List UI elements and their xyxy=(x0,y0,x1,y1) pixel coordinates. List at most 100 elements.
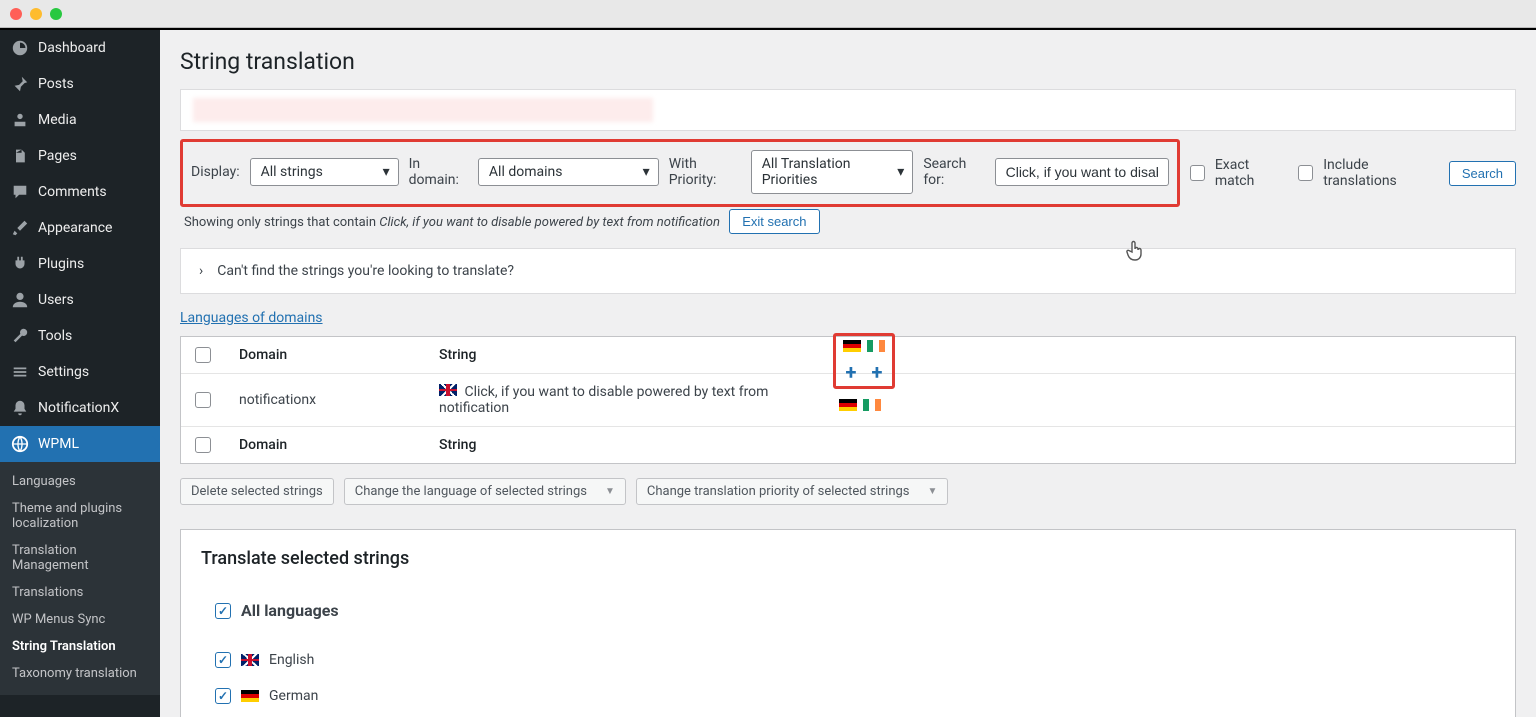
submenu-item-translations[interactable]: Translations xyxy=(0,579,160,606)
german-label: German xyxy=(269,688,318,704)
sidebar-item-pages[interactable]: Pages xyxy=(0,138,160,174)
add-translation-ie-button[interactable]: + xyxy=(867,362,887,382)
sidebar-label: Tools xyxy=(38,328,72,344)
priority-select[interactable]: All Translation Priorities xyxy=(751,150,914,194)
sidebar-label: Pages xyxy=(38,148,77,164)
flags-highlight-box: + + xyxy=(833,333,895,389)
filter-bar: Display: All strings In domain: All doma… xyxy=(180,139,1180,207)
submenu-item-string-translation[interactable]: String Translation xyxy=(0,633,160,660)
comments-icon xyxy=(10,182,30,202)
search-status-line: Showing only strings that contain Click,… xyxy=(184,209,1516,234)
bell-icon xyxy=(10,398,30,418)
sliders-icon xyxy=(10,362,30,382)
col-domain: Domain xyxy=(239,437,439,453)
accordion-title: Can't find the strings you're looking to… xyxy=(217,263,514,279)
submenu-item-taxonomy-translation[interactable]: Taxonomy translation xyxy=(0,660,160,687)
english-checkbox[interactable] xyxy=(215,652,231,668)
admin-sidebar: Dashboard Posts Media Pages Comments xyxy=(0,30,160,717)
flag-de-icon xyxy=(839,399,857,411)
col-domain: Domain xyxy=(239,347,439,363)
sidebar-label: WPML xyxy=(38,436,79,452)
exit-search-button[interactable]: Exit search xyxy=(729,209,819,234)
row-checkbox[interactable] xyxy=(195,392,211,408)
window-maximize-button[interactable] xyxy=(50,8,62,20)
page-icon xyxy=(10,146,30,166)
include-translations-checkbox[interactable] xyxy=(1298,165,1313,181)
tips-accordion[interactable]: › Can't find the strings you're looking … xyxy=(180,248,1516,294)
chevron-right-icon: › xyxy=(199,263,203,279)
flag-ie-icon xyxy=(863,399,881,411)
sidebar-item-notificationx[interactable]: NotificationX xyxy=(0,390,160,426)
add-translation-de-button[interactable]: + xyxy=(841,362,861,382)
brush-icon xyxy=(10,218,30,238)
pin-icon xyxy=(10,74,30,94)
flag-de-icon xyxy=(843,340,861,352)
all-languages-label: All languages xyxy=(241,601,339,620)
priority-label: With Priority: xyxy=(669,156,741,188)
sidebar-item-dashboard[interactable]: Dashboard xyxy=(0,30,160,66)
panel-title: Translate selected strings xyxy=(201,548,1495,569)
languages-of-domains-link[interactable]: Languages of domains xyxy=(180,310,323,326)
main-content: String translation Display: All strings … xyxy=(160,30,1536,717)
lang-row-english: English xyxy=(201,642,1495,678)
flag-ie-icon xyxy=(867,340,885,352)
submenu-item-languages[interactable]: Languages xyxy=(0,468,160,495)
globe-icon xyxy=(10,434,30,454)
sidebar-label: Appearance xyxy=(38,220,112,236)
submenu-item-theme-localization[interactable]: Theme and plugins localization xyxy=(0,495,160,537)
change-priority-select[interactable]: Change translation priority of selected … xyxy=(636,478,949,505)
window-titlebar xyxy=(0,0,1536,28)
sidebar-label: NotificationX xyxy=(38,400,119,416)
sidebar-item-posts[interactable]: Posts xyxy=(0,66,160,102)
exact-match-label: Exact match xyxy=(1215,157,1288,189)
sidebar-label: Users xyxy=(38,292,74,308)
search-input[interactable] xyxy=(995,158,1169,186)
select-all-checkbox[interactable] xyxy=(195,347,211,363)
german-checkbox[interactable] xyxy=(215,688,231,704)
submenu-item-translation-management[interactable]: Translation Management xyxy=(0,537,160,579)
wrench-icon xyxy=(10,326,30,346)
wpml-submenu: Languages Theme and plugins localization… xyxy=(0,462,160,695)
window-minimize-button[interactable] xyxy=(30,8,42,20)
col-string: String xyxy=(439,437,839,453)
lang-row-all: All languages xyxy=(201,591,1495,630)
include-translations-label: Include translations xyxy=(1323,157,1439,189)
sidebar-item-wpml[interactable]: WPML xyxy=(0,426,160,462)
bulk-actions: Delete selected strings Change the langu… xyxy=(180,478,1516,505)
sidebar-label: Dashboard xyxy=(38,40,106,56)
flag-uk-icon xyxy=(439,384,457,396)
change-language-select[interactable]: Change the language of selected strings▼ xyxy=(344,478,626,505)
domain-select[interactable]: All domains xyxy=(478,158,659,186)
delete-selected-button[interactable]: Delete selected strings xyxy=(180,478,334,505)
sidebar-item-media[interactable]: Media xyxy=(0,102,160,138)
window-close-button[interactable] xyxy=(10,8,22,20)
admin-notice xyxy=(180,89,1516,131)
cell-domain: notificationx xyxy=(239,392,439,408)
sidebar-item-users[interactable]: Users xyxy=(0,282,160,318)
sidebar-label: Posts xyxy=(38,76,74,92)
cell-string: Click, if you want to disable powered by… xyxy=(439,384,839,416)
col-string: String xyxy=(439,347,839,363)
display-label: Display: xyxy=(191,164,240,180)
sidebar-item-plugins[interactable]: Plugins xyxy=(0,246,160,282)
lang-row-german: German xyxy=(201,678,1495,714)
sidebar-item-settings[interactable]: Settings xyxy=(0,354,160,390)
submenu-item-wp-menus-sync[interactable]: WP Menus Sync xyxy=(0,606,160,633)
sidebar-item-tools[interactable]: Tools xyxy=(0,318,160,354)
notice-redacted xyxy=(193,98,653,122)
translate-panel: Translate selected strings All languages… xyxy=(180,529,1516,717)
table-footer-row: Domain String xyxy=(181,427,1515,463)
all-languages-checkbox[interactable] xyxy=(215,603,231,619)
sidebar-label: Plugins xyxy=(38,256,84,272)
page-title: String translation xyxy=(180,48,1516,75)
flag-de-icon xyxy=(241,690,259,702)
media-icon xyxy=(10,110,30,130)
sidebar-item-comments[interactable]: Comments xyxy=(0,174,160,210)
sidebar-item-appearance[interactable]: Appearance xyxy=(0,210,160,246)
select-all-checkbox-bottom[interactable] xyxy=(195,437,211,453)
sidebar-label: Media xyxy=(38,112,77,128)
plug-icon xyxy=(10,254,30,274)
search-button[interactable]: Search xyxy=(1449,161,1516,186)
exact-match-checkbox[interactable] xyxy=(1190,165,1205,181)
display-select[interactable]: All strings xyxy=(250,158,399,186)
